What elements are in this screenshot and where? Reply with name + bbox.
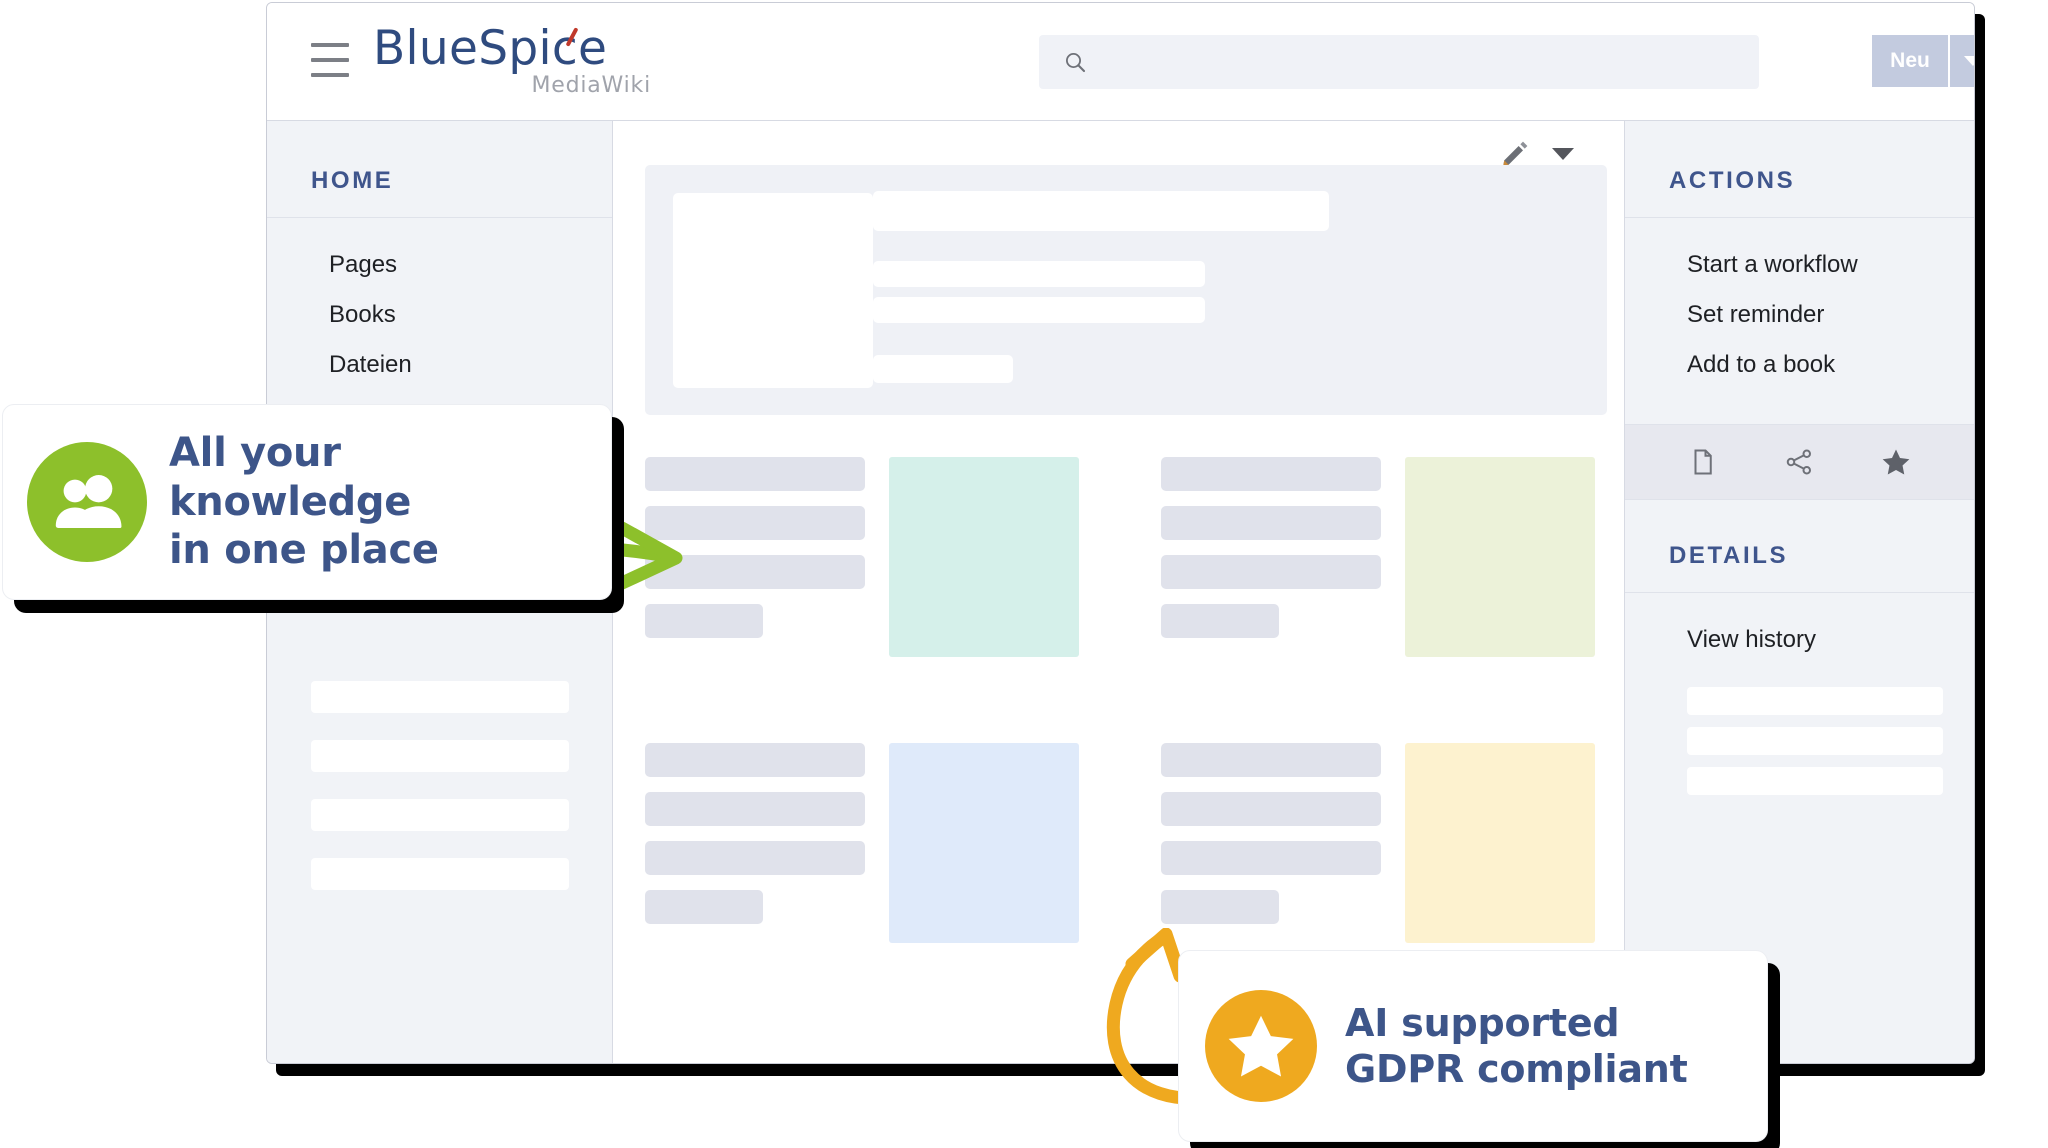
sidebar-item-dateien[interactable]: Dateien xyxy=(329,340,612,390)
placeholder-line xyxy=(1161,792,1381,826)
hero-line xyxy=(873,297,1205,323)
placeholder-line xyxy=(1161,841,1381,875)
search-input[interactable] xyxy=(1101,49,1759,75)
star-glyph xyxy=(1228,1015,1294,1077)
callout-gdpr-line1: AI supported xyxy=(1345,1000,1620,1045)
star-icon xyxy=(1205,990,1317,1102)
people-glyph xyxy=(55,475,122,528)
callout-knowledge: All your knowledge in one place xyxy=(2,404,612,600)
edit-dropdown-caret-icon[interactable] xyxy=(1552,148,1574,160)
content-row xyxy=(645,457,1624,657)
yellow-tile xyxy=(1405,743,1595,943)
actions-heading: ACTIONS xyxy=(1625,121,1974,218)
placeholder-bar xyxy=(1687,687,1943,715)
callout-knowledge-text: All your knowledge in one place xyxy=(169,429,581,575)
action-icon-row xyxy=(1625,424,1974,500)
text-block xyxy=(645,743,865,943)
new-button[interactable]: Neu xyxy=(1872,35,1950,87)
text-block xyxy=(645,457,865,657)
placeholder-line xyxy=(645,792,865,826)
hero-line xyxy=(873,191,1329,231)
hamburger-line xyxy=(311,58,349,62)
logo-subtitle: MediaWiki xyxy=(531,73,651,98)
placeholder-line xyxy=(645,555,865,589)
text-block xyxy=(1161,457,1381,657)
callout-gdpr-line2: GDPR compliant xyxy=(1345,1047,1688,1091)
hero-image-placeholder xyxy=(673,193,873,388)
placeholder-bar xyxy=(311,740,569,772)
main-content xyxy=(613,121,1624,1063)
logo-blue: Blue xyxy=(373,21,479,76)
bluespice-logo[interactable]: BlueSpice MediaWiki xyxy=(373,21,653,107)
text-block xyxy=(1161,743,1381,943)
placeholder-line xyxy=(645,890,763,924)
new-button-dropdown[interactable] xyxy=(1950,35,1974,87)
placeholder-line xyxy=(645,743,865,777)
blue-tile xyxy=(889,743,1079,943)
hamburger-menu-icon[interactable] xyxy=(311,43,349,77)
right-sidebar-placeholders xyxy=(1625,679,1943,795)
left-sidebar-placeholders xyxy=(311,681,569,917)
callout-gdpr: AI supported GDPR compliant xyxy=(1178,950,1768,1142)
callout-knowledge-line1: All your knowledge xyxy=(169,429,412,525)
action-add-to-a-book[interactable]: Add to a book xyxy=(1687,340,1974,390)
screenshot-stage: BlueSpice MediaWiki Neu HOME Pages Books… xyxy=(0,0,2048,1148)
sidebar-item-books[interactable]: Books xyxy=(329,290,612,340)
placeholder-line xyxy=(1161,506,1381,540)
placeholder-bar xyxy=(311,858,569,890)
share-icon[interactable] xyxy=(1782,445,1816,479)
placeholder-line xyxy=(645,841,865,875)
placeholder-bar xyxy=(311,681,569,713)
top-bar: BlueSpice MediaWiki Neu xyxy=(267,3,1974,121)
placeholder-line xyxy=(1161,890,1279,924)
placeholder-bar xyxy=(311,799,569,831)
lime-tile xyxy=(1405,457,1595,657)
logo-wordmark: BlueSpice xyxy=(373,21,653,77)
share-glyph xyxy=(1787,449,1812,475)
action-start-a-workflow[interactable]: Start a workflow xyxy=(1687,240,1974,290)
hero-line xyxy=(873,261,1205,287)
placeholder-line xyxy=(1161,555,1381,589)
placeholder-line xyxy=(645,604,763,638)
placeholder-bar xyxy=(1687,767,1943,795)
detail-view-history[interactable]: View history xyxy=(1687,615,1974,665)
hero-line xyxy=(873,355,1013,383)
callout-knowledge-line2: in one place xyxy=(169,527,439,574)
hero-card xyxy=(645,165,1607,415)
callout-gdpr-text: AI supported GDPR compliant xyxy=(1345,1000,1688,1093)
left-sidebar-heading: HOME xyxy=(267,121,612,218)
placeholder-bar xyxy=(1687,727,1943,755)
content-grid xyxy=(645,457,1624,1029)
hamburger-line xyxy=(311,73,349,77)
details-list: View history xyxy=(1625,593,1974,679)
right-sidebar: ACTIONS Start a workflow Set reminder Ad… xyxy=(1624,121,1974,1063)
people-group-icon xyxy=(27,442,147,562)
sidebar-item-pages[interactable]: Pages xyxy=(329,240,612,290)
hamburger-line xyxy=(311,43,349,47)
details-heading: DETAILS xyxy=(1625,500,1974,593)
placeholder-line xyxy=(1161,743,1381,777)
star-icon[interactable] xyxy=(1879,445,1913,479)
chevron-down-icon xyxy=(1964,56,1974,66)
placeholder-line xyxy=(1161,457,1381,491)
actions-list: Start a workflow Set reminder Add to a b… xyxy=(1625,218,1974,424)
content-row xyxy=(645,743,1624,943)
logo-spice: Spice xyxy=(478,21,608,76)
new-button-group: Neu xyxy=(1872,35,1974,87)
placeholder-line xyxy=(645,506,865,540)
star-glyph xyxy=(1882,449,1910,475)
placeholder-line xyxy=(1161,604,1279,638)
page-icon[interactable] xyxy=(1686,445,1720,479)
search-bar[interactable] xyxy=(1039,35,1759,89)
placeholder-line xyxy=(645,457,865,491)
mint-tile xyxy=(889,457,1079,657)
page-glyph xyxy=(1694,449,1712,475)
search-icon xyxy=(1066,53,1086,73)
action-set-reminder[interactable]: Set reminder xyxy=(1687,290,1974,340)
